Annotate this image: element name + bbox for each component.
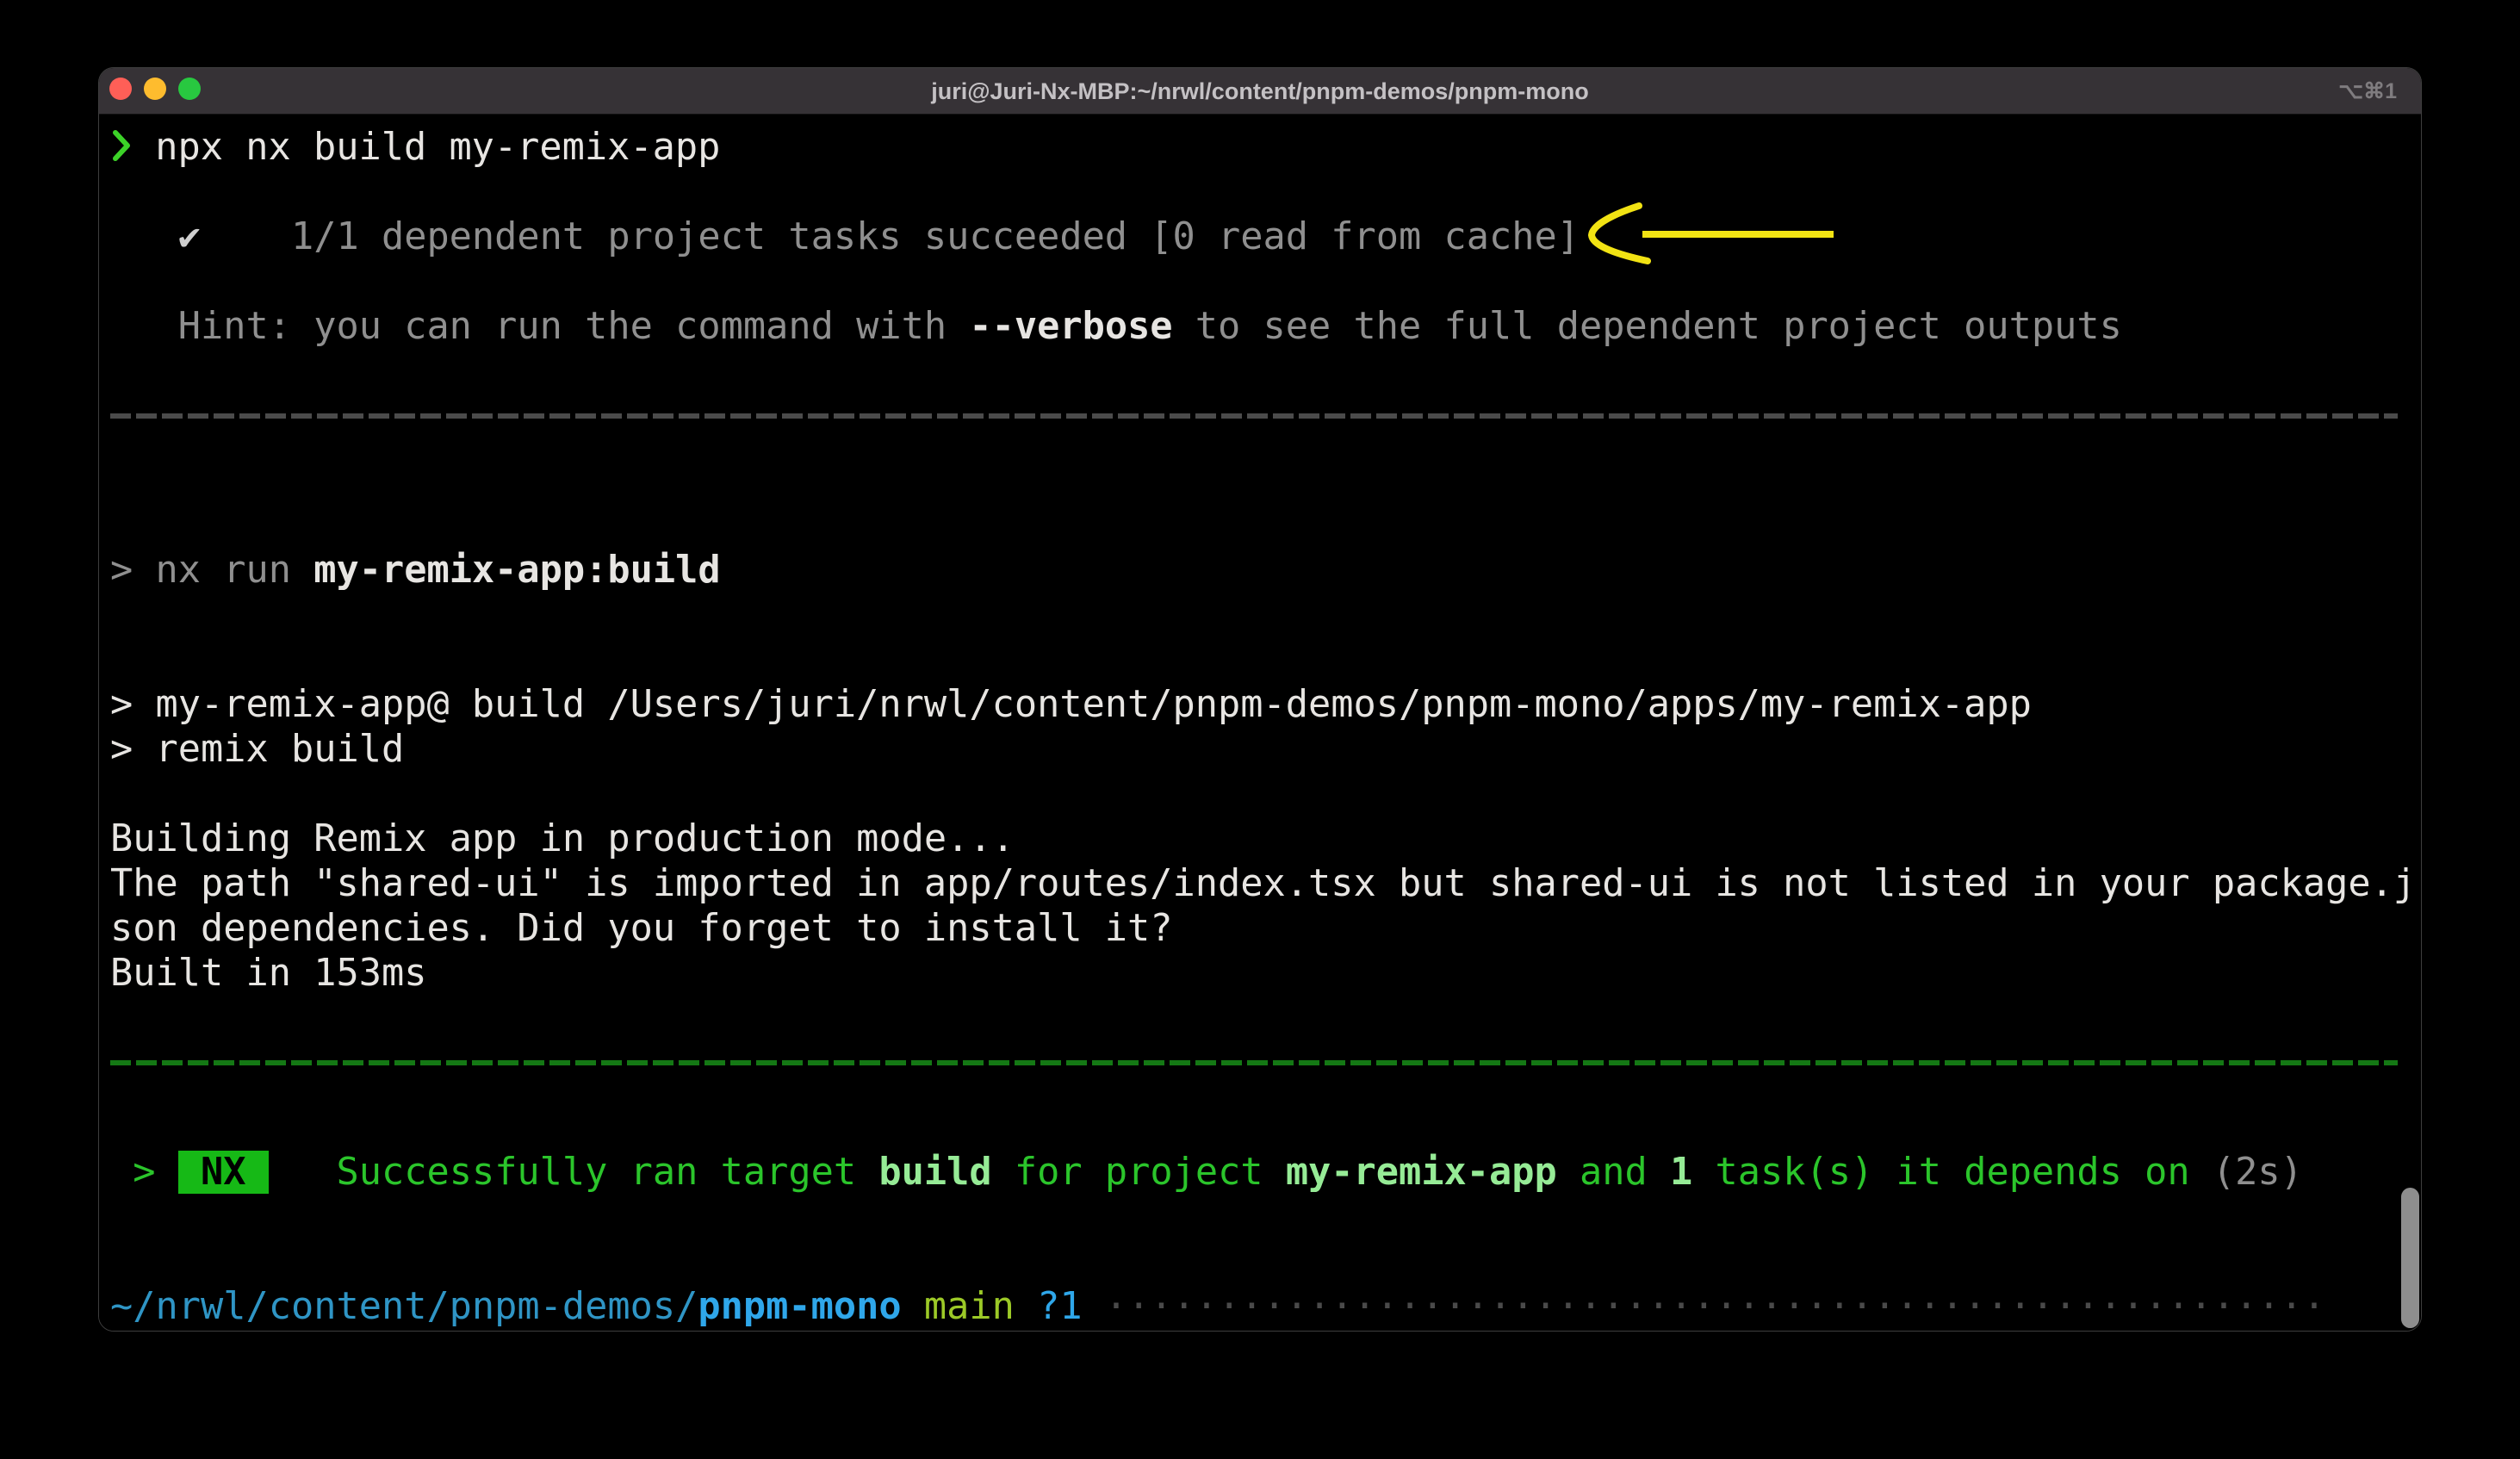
terminal-line	[110, 259, 2421, 304]
terminal-line: son dependencies. Did you forget to inst…	[110, 906, 2421, 951]
hint-text: Hint: you can run the command with	[110, 305, 969, 348]
nx-run-target: my-remix-app:build	[313, 549, 720, 592]
hint-flag: --verbose	[969, 305, 1172, 348]
terminal-divider	[110, 1060, 2421, 1105]
task-summary: 1/1 dependent project tasks succeeded [0…	[201, 215, 1580, 258]
prompt-path: ~/nrwl/content/pnpm-demos/	[110, 1285, 698, 1328]
terminal-line: Built in 153ms	[110, 951, 2421, 996]
success-text: and	[1557, 1151, 1670, 1194]
section-divider	[110, 413, 2398, 419]
terminal-line: Building Remix app in production mode...	[110, 816, 2421, 861]
terminal-line	[110, 637, 2421, 682]
terminal-content[interactable]: npx nx build my-remix-app ✔ 1/1 dependen…	[99, 115, 2421, 1331]
terminal-line	[110, 1329, 2421, 1332]
success-divider	[110, 1060, 2398, 1065]
title-bar[interactable]: juri@Juri-Nx-MBP:~/nrwl/content/pnpm-dem…	[99, 68, 2421, 115]
terminal-window: juri@Juri-Nx-MBP:~/nrwl/content/pnpm-dem…	[98, 67, 2422, 1332]
success-project: my-remix-app	[1286, 1151, 1557, 1194]
terminal-line: npx nx build my-remix-app	[110, 125, 2421, 170]
terminal-line: ~/nrwl/content/pnpm-demos/pnpm-mono main…	[110, 1284, 2421, 1329]
window-shortcut-badge: ⌥⌘1	[2338, 68, 2397, 115]
terminal-line	[110, 1239, 2421, 1284]
terminal-line	[110, 593, 2421, 637]
terminal-line	[110, 1105, 2421, 1150]
prompt-dir: pnpm-mono	[698, 1285, 901, 1328]
command-text: npx nx build my-remix-app	[133, 126, 720, 169]
nx-run-prefix: > nx run	[110, 549, 313, 592]
terminal-line: Hint: you can run the command with --ver…	[110, 304, 2421, 349]
script-line: > my-remix-app@ build /Users/juri/nrwl/c…	[110, 683, 2032, 726]
success-target: build	[878, 1151, 991, 1194]
terminal-line	[110, 170, 2421, 214]
git-branch: main	[902, 1285, 1037, 1328]
success-text: for project	[992, 1151, 1286, 1194]
terminal-line	[110, 458, 2421, 503]
hint-text: to see the full dependent project output…	[1173, 305, 2122, 348]
success-text: Successfully ran target	[269, 1151, 879, 1194]
prompt-fill-dots: ········································…	[1083, 1285, 2326, 1328]
terminal-line	[110, 772, 2421, 816]
success-text: task(s) it depends on	[1692, 1151, 2213, 1194]
nx-badge: NX	[178, 1151, 269, 1194]
terminal-line	[110, 996, 2421, 1040]
build-output: Building Remix app in production mode...	[110, 817, 1015, 860]
space	[133, 1330, 155, 1332]
terminal-line: > NX Successfully ran target build for p…	[110, 1150, 2421, 1195]
terminal-line	[110, 503, 2421, 548]
terminal-line: > my-remix-app@ build /Users/juri/nrwl/c…	[110, 682, 2421, 727]
block-cursor	[155, 1331, 177, 1332]
terminal-line: The path "shared-ui" is imported in app/…	[110, 861, 2421, 906]
scrollbar-thumb[interactable]	[2401, 1188, 2419, 1328]
terminal-line	[110, 349, 2421, 394]
terminal-line	[110, 1195, 2421, 1239]
terminal-line: ✔ 1/1 dependent project tasks succeeded …	[110, 214, 2421, 259]
success-prefix: >	[110, 1151, 178, 1194]
prompt-chevron-icon	[110, 129, 133, 162]
window-title: juri@Juri-Nx-MBP:~/nrwl/content/pnpm-dem…	[99, 68, 2421, 115]
terminal-line: > nx run my-remix-app:build	[110, 548, 2421, 593]
build-output: son dependencies. Did you forget to inst…	[110, 907, 1173, 950]
build-output: Built in 153ms	[110, 952, 426, 995]
success-count: 1	[1670, 1151, 1692, 1194]
check-icon: ✔	[110, 215, 201, 258]
terminal-line: > remix build	[110, 727, 2421, 772]
terminal-divider	[110, 413, 2421, 458]
git-status: ?1	[1037, 1285, 1083, 1328]
script-line: > remix build	[110, 728, 404, 771]
build-output: The path "shared-ui" is imported in app/…	[110, 862, 2416, 905]
success-duration: (2s)	[2213, 1151, 2303, 1194]
